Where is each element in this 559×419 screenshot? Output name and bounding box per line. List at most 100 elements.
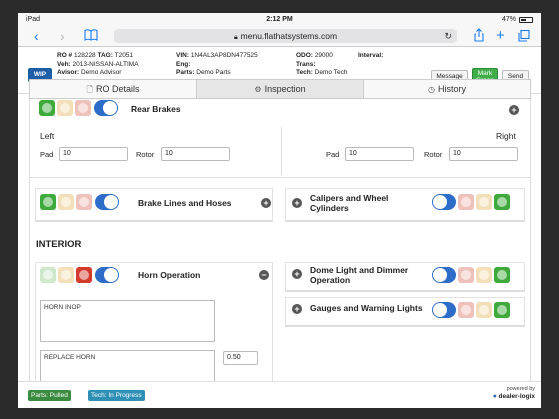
odo-value: 29000 [314, 52, 333, 59]
left-pad-input[interactable]: 10 [59, 147, 128, 161]
veh-label: Veh: [57, 60, 71, 68]
status-red-button[interactable] [458, 267, 474, 283]
ipad-screen: iPad 2:12 PM 47% ‹ › 🔒︎ menu.flathatsyste… [18, 13, 541, 408]
dome-light-title: Dome Light and Dimmer Operation [310, 265, 408, 285]
dome-light-title-line2: Operation [310, 275, 351, 285]
calipers-status-set [431, 194, 510, 210]
left-pad-label: Pad [40, 150, 54, 159]
dome-light-title-line1: Dome Light and Dimmer [310, 265, 409, 275]
status-yellow-button[interactable] [58, 267, 74, 283]
gauges-card: + Gauges and Warning Lights [285, 297, 525, 327]
horn-operation-card: Horn Operation − HORN INOP REPLACE HORN … [35, 262, 273, 381]
status-red-button[interactable] [458, 302, 474, 318]
right-pad-label: Pad [326, 150, 340, 159]
item-toggle[interactable] [432, 267, 456, 283]
browser-toolbar: ‹ › 🔒︎ menu.flathatsystems.com ↻ + [18, 27, 541, 47]
status-red-button[interactable] [76, 194, 92, 210]
new-tab-icon[interactable]: + [496, 28, 505, 43]
back-icon[interactable]: ‹ [34, 29, 39, 43]
ro-info-col3: ODO: 29000 Trans: Tech: Demo Tech [296, 52, 347, 78]
right-rotor-input[interactable]: 10 [449, 147, 518, 161]
tech-value: Demo Tech [314, 69, 348, 76]
collapse-icon[interactable]: − [259, 270, 269, 280]
calipers-title: Calipers and Wheel Cylinders [310, 193, 388, 213]
rear-brakes-card: Rear Brakes + Left Right Pad 10 Rotor 10… [30, 99, 530, 178]
vin-value: 1N4AL3AP8DN477525 [190, 52, 258, 59]
parts-value: Demo Parts [196, 69, 231, 76]
status-red-button[interactable] [75, 100, 91, 116]
battery-percent: 47% [501, 16, 516, 23]
left-rotor-label: Rotor [136, 150, 155, 159]
item-toggle[interactable] [432, 302, 456, 318]
left-rotor-input[interactable]: 10 [161, 147, 230, 161]
tech-label: Tech: [296, 69, 313, 76]
reload-icon[interactable]: ↻ [444, 29, 452, 43]
expand-icon[interactable]: + [261, 198, 271, 208]
footer-bar: Parts: Pulled Tech: In Progress powered … [18, 381, 541, 408]
gauges-status-set [431, 302, 510, 318]
item-toggle[interactable] [432, 194, 456, 210]
vin-label: VIN: [176, 52, 189, 59]
status-yellow-button[interactable] [57, 100, 73, 116]
status-yellow-button[interactable] [476, 302, 492, 318]
status-green-button[interactable] [494, 194, 510, 210]
url-text: menu.flathatsystems.com [240, 31, 338, 41]
url-bar[interactable]: 🔒︎ menu.flathatsystems.com ↻ [114, 29, 457, 43]
status-yellow-button[interactable] [476, 267, 492, 283]
document-icon: 🗋︎ [86, 85, 93, 94]
rear-brakes-status-set [39, 100, 118, 116]
clock: 2:12 PM [266, 16, 293, 23]
right-pad-input[interactable]: 10 [345, 147, 414, 161]
battery-icon [519, 16, 533, 23]
tabs-icon[interactable] [518, 29, 530, 44]
status-yellow-button[interactable] [58, 194, 74, 210]
bookmarks-icon[interactable] [84, 29, 98, 43]
tech-status-badge: Tech: In Progress [88, 390, 145, 401]
status-green-button[interactable] [40, 194, 56, 210]
tab-label: RO Details [95, 84, 140, 94]
expand-icon[interactable]: + [292, 304, 302, 314]
status-green-button[interactable] [494, 302, 510, 318]
item-toggle[interactable] [95, 267, 119, 283]
status-green-button[interactable] [40, 267, 56, 283]
tag-label: TAG: [97, 52, 113, 59]
item-toggle[interactable] [94, 100, 118, 116]
status-green-button[interactable] [39, 100, 55, 116]
tab-ro-details[interactable]: 🗋︎ RO Details [30, 80, 197, 98]
status-red-button[interactable] [76, 267, 92, 283]
brand-name: dealer-logix [498, 393, 535, 400]
share-icon[interactable] [474, 28, 484, 44]
recommendation-textarea[interactable]: REPLACE HORN [40, 350, 215, 381]
status-green-button[interactable] [494, 267, 510, 283]
ios-status-bar: iPad 2:12 PM 47% [18, 13, 541, 27]
expand-icon[interactable]: + [292, 198, 302, 208]
brand-logo: ● dealer-logix [492, 393, 535, 400]
gears-icon: ⚙︎ [254, 85, 262, 94]
lock-icon: 🔒︎ [233, 34, 238, 41]
labor-hours-input[interactable]: 0.50 [223, 351, 258, 365]
ro-info-col1: RO # 128228 TAG: T2051 Veh: 2013-NISSAN-… [57, 52, 139, 78]
expand-icon[interactable]: + [509, 105, 519, 115]
side-divider [281, 127, 282, 175]
item-toggle[interactable] [95, 194, 119, 210]
tag-value: T2051 [114, 52, 134, 59]
right-side-label: Right [496, 131, 516, 141]
tab-history[interactable]: ◷ History [364, 80, 530, 98]
right-rotor-label: Rotor [424, 150, 443, 159]
interior-heading: INTERIOR [36, 239, 82, 250]
dome-light-card: + Dome Light and Dimmer Operation [285, 262, 525, 292]
powered-by-label: powered by [506, 386, 535, 392]
expand-icon[interactable]: + [292, 269, 302, 279]
problem-note-textarea[interactable]: HORN INOP [40, 300, 215, 342]
forward-icon[interactable]: › [60, 29, 65, 43]
parts-label: Parts: [176, 69, 195, 76]
tab-label: Inspection [264, 84, 306, 94]
status-red-button[interactable] [458, 194, 474, 210]
brake-lines-card: Brake Lines and Hoses + [35, 188, 273, 222]
gauges-title: Gauges and Warning Lights [310, 303, 423, 313]
tab-inspection[interactable]: ⚙︎ Inspection [197, 80, 364, 98]
eng-label: Eng: [176, 60, 191, 68]
advisor-value: Demo Advisor [80, 69, 122, 76]
status-yellow-button[interactable] [476, 194, 492, 210]
ro-number: 128228 [73, 52, 96, 59]
